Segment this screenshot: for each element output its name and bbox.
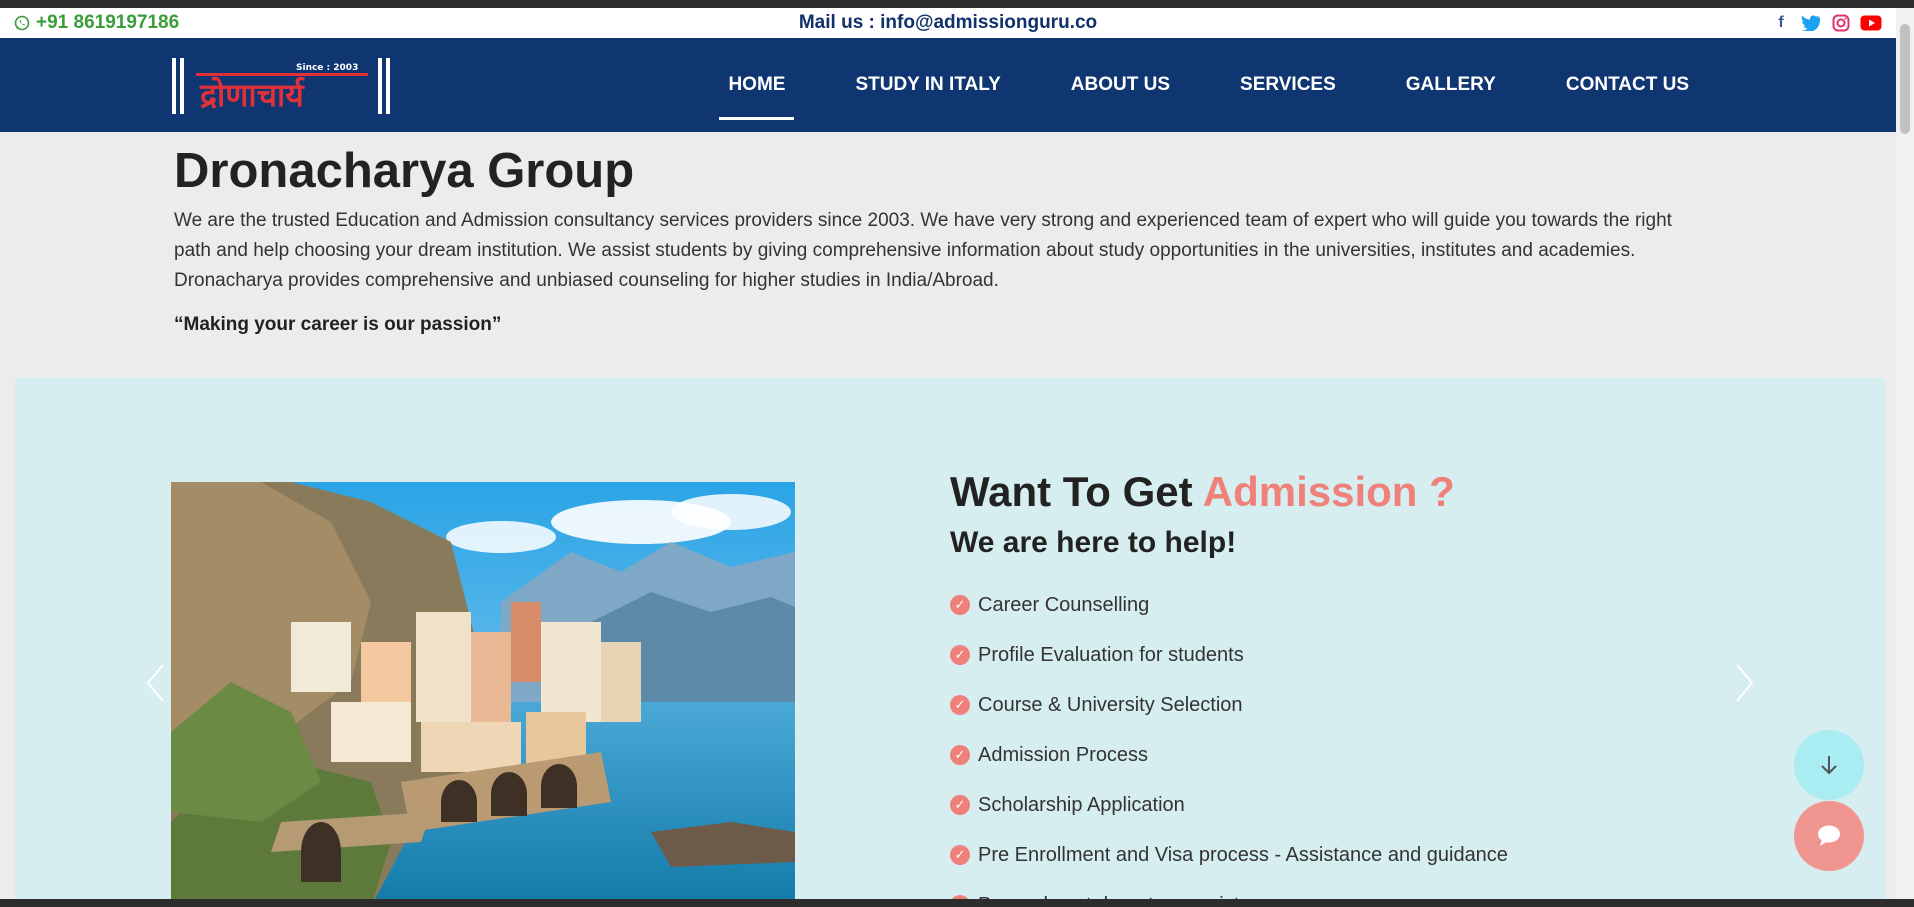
admission-heading-accent: Admission ? [1202, 468, 1455, 515]
list-item: ✓ Scholarship Application [950, 780, 1770, 830]
admission-heading-prefix: Want To Get [950, 468, 1203, 515]
check-circle-icon: ✓ [950, 745, 970, 765]
about-quote: “Making your career is our passion” [174, 314, 502, 335]
service-label: Course & University Selection [978, 693, 1243, 716]
check-circle-icon: ✓ [950, 695, 970, 715]
nav-services[interactable]: SERVICES [1205, 38, 1371, 132]
contact-topbar: +91 8619197186 Mail us : info@admissiong… [0, 8, 1896, 38]
arrow-down-icon [1821, 756, 1837, 775]
chat-bubble-icon [1818, 825, 1840, 846]
service-label: Admission Process [978, 743, 1149, 766]
scrollbar-thumb[interactable] [1900, 24, 1910, 134]
carousel-prev-button[interactable] [145, 663, 165, 703]
services-checklist: ✓ Career Counselling ✓ Profile Evaluation … [950, 580, 1770, 907]
list-item: ✓ Career Counselling [950, 580, 1770, 630]
about-section: Dronacharya Group We are the trusted Edu… [174, 140, 1714, 336]
nav-about-us[interactable]: ABOUT US [1036, 38, 1205, 132]
admission-subheading: We are here to help! [950, 526, 1237, 559]
chat-button[interactable] [1794, 801, 1864, 871]
primary-nav: HOME STUDY IN ITALY ABOUT US SERVICES GA… [693, 38, 1724, 132]
list-item: ✓ Profile Evaluation for students [950, 630, 1770, 680]
check-circle-icon: ✓ [950, 845, 970, 865]
scroll-down-button[interactable] [1794, 730, 1864, 800]
twitter-icon[interactable] [1800, 13, 1822, 33]
service-label: Scholarship Application [978, 793, 1185, 816]
page-scrollbar[interactable] [1896, 8, 1914, 899]
window-bottom-strip [0, 899, 1914, 907]
admission-section: Want To Get Admission ? We are here to h… [15, 378, 1885, 907]
check-circle-icon: ✓ [950, 795, 970, 815]
admission-info: Want To Get Admission ? We are here to h… [950, 468, 1770, 907]
social-links: f [1770, 13, 1882, 33]
instagram-icon[interactable] [1830, 13, 1852, 33]
about-description: We are the trusted Education and Admissi… [174, 210, 1672, 291]
dronacharya-logo[interactable]: Since : 2003 द्रोणाचार्य [170, 56, 392, 116]
check-circle-icon: ✓ [950, 645, 970, 665]
service-label: Profile Evaluation for students [978, 643, 1244, 666]
main-navbar: Since : 2003 द्रोणाचार्य HOME STUDY IN I… [0, 38, 1896, 132]
nav-contact-us[interactable]: CONTACT US [1531, 38, 1724, 132]
logo-since-text: Since : 2003 [296, 63, 358, 73]
list-item: ✓ Course & University Selection [950, 680, 1770, 730]
list-item: ✓ Pre Enrollment and Visa process - Assis… [950, 830, 1770, 880]
check-circle-icon: ✓ [950, 595, 970, 615]
admission-heading: Want To Get Admission ? [950, 468, 1770, 516]
nav-study-in-italy[interactable]: STUDY IN ITALY [820, 38, 1035, 132]
nav-gallery[interactable]: GALLERY [1371, 38, 1531, 132]
window-top-strip [0, 0, 1914, 8]
youtube-icon[interactable] [1860, 13, 1882, 33]
about-title: Dronacharya Group [174, 144, 635, 198]
nav-home[interactable]: HOME [693, 38, 820, 132]
service-label: Pre Enrollment and Visa process - Assist… [978, 843, 1508, 866]
mail-link[interactable]: Mail us : info@admissionguru.co [0, 12, 1896, 34]
facebook-icon[interactable]: f [1770, 13, 1792, 33]
service-label: Career Counselling [978, 593, 1150, 616]
logo-name-text: द्रोणाचार्य [199, 76, 305, 114]
amalfi-coast-image [171, 482, 795, 907]
list-item: ✓ Admission Process [950, 730, 1770, 780]
